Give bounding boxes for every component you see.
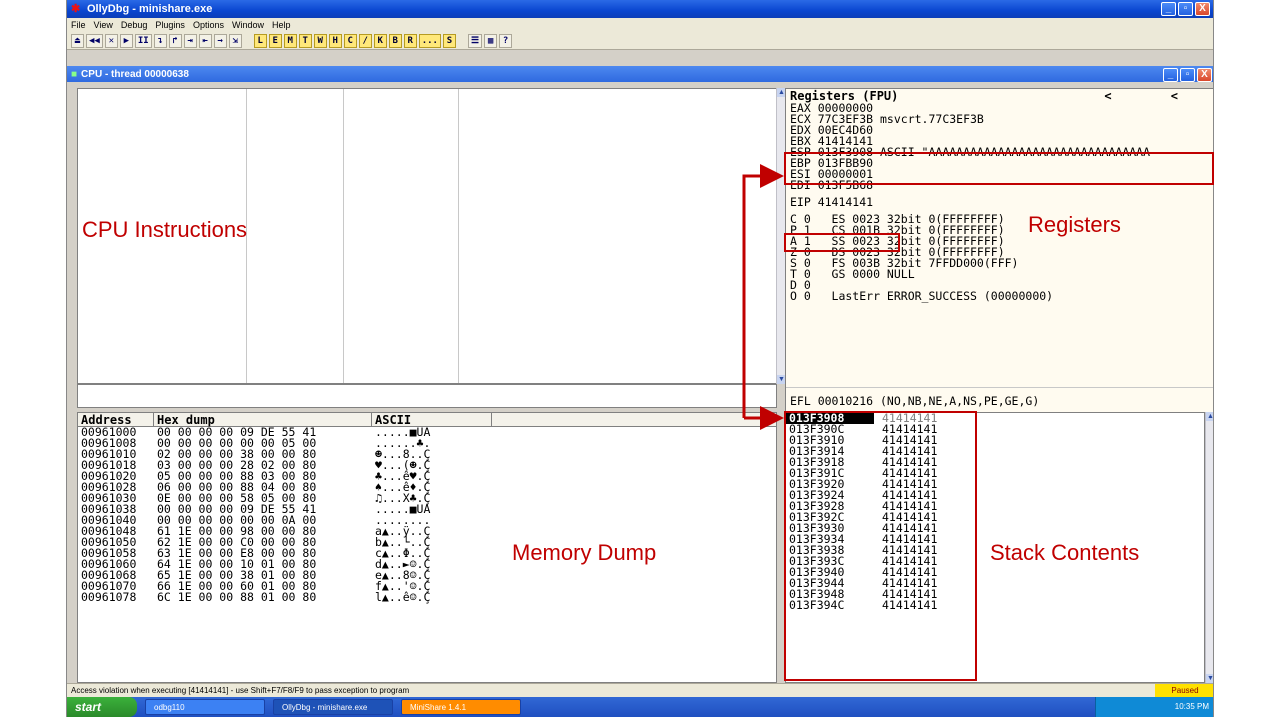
slide: ✱ OllyDbg - minishare.exe _ ▫ X File View… [0,0,1277,717]
esp-stack-arrow [742,164,784,430]
